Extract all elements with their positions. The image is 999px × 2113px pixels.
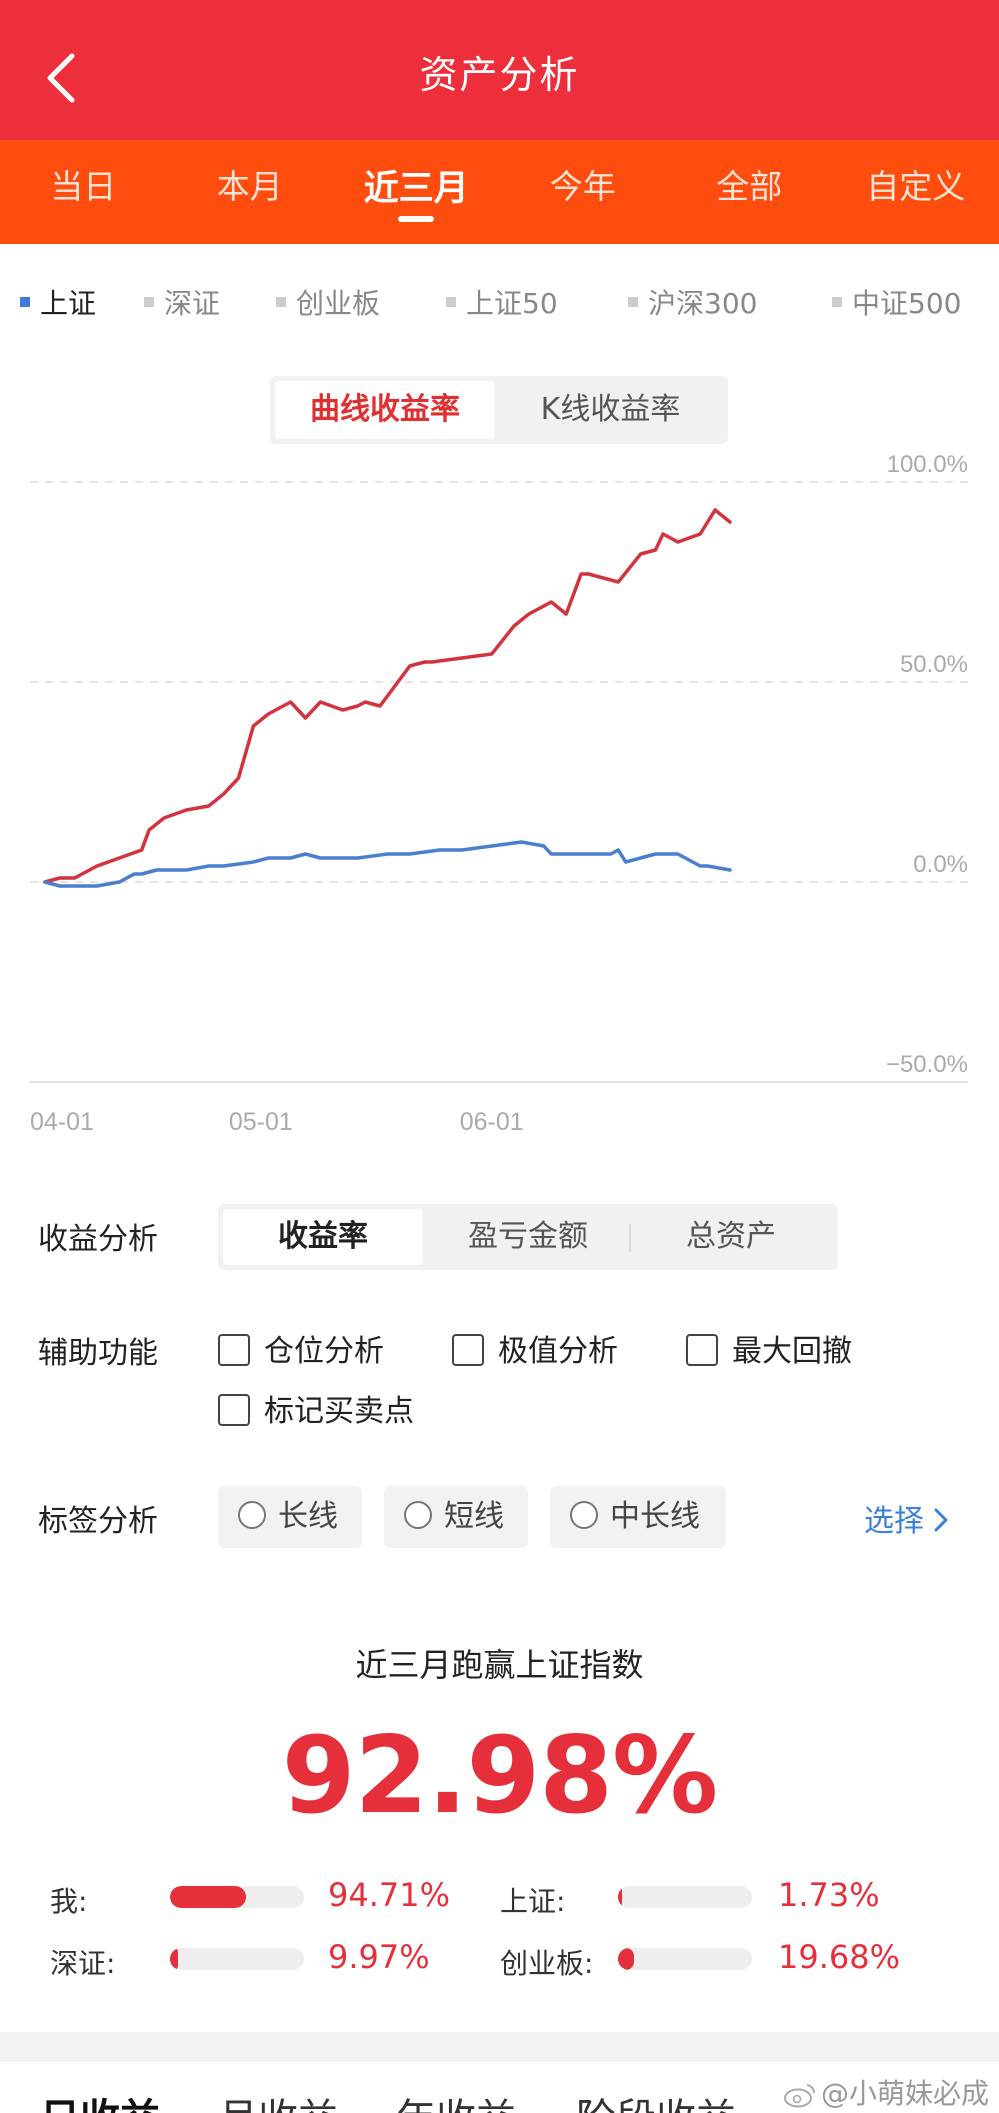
x-tick-label: 04-01 <box>30 1108 94 1136</box>
tag-analysis-label: 标签分析 <box>38 1504 158 1539</box>
tab-custom[interactable]: 自定义 <box>833 140 999 244</box>
mark-trade-points-checkbox[interactable]: 标记买卖点 <box>218 1386 414 1430</box>
index-label: 沪深300 <box>648 287 758 320</box>
compare-label-me: 我: <box>50 1885 88 1918</box>
tag-label: 长线 <box>278 1499 338 1534</box>
compare-bar-me <box>170 1886 304 1908</box>
tab-all[interactable]: 全部 <box>666 140 833 244</box>
checkbox-box <box>686 1333 718 1366</box>
return-line-chart: 100.0% 50.0% 0.0% −50.0% 04-01 05-01 06-01 <box>30 451 968 1136</box>
chart-type-toggle: 曲线收益率 K线收益率 <box>270 376 728 444</box>
radio-icon <box>570 1500 598 1529</box>
checkbox-label: 极值分析 <box>498 1334 618 1369</box>
tab-last-three-months[interactable]: 近三月 <box>333 140 500 244</box>
chevron-right-icon <box>934 1508 948 1531</box>
y-tick-label: −50.0% <box>886 1051 968 1078</box>
legend-dot <box>628 297 638 307</box>
weibo-icon <box>783 2084 815 2108</box>
compare-bar-shanghai <box>618 1886 752 1908</box>
outperform-value: 92.98% <box>281 1714 719 1837</box>
legend-dot <box>144 297 154 307</box>
legend-dot <box>20 297 30 307</box>
compare-label-shenzhen: 深证: <box>50 1947 116 1980</box>
index-label: 上证 <box>40 287 97 320</box>
tab-daily-returns[interactable]: 日收益 <box>40 2086 160 2113</box>
compare-bar-chinext <box>618 1948 752 1970</box>
position-analysis-checkbox[interactable]: 仓位分析 <box>218 1326 384 1370</box>
checkbox-label: 标记买卖点 <box>264 1394 414 1429</box>
checkbox-label: 最大回撤 <box>732 1334 852 1369</box>
kline-return-button[interactable]: K线收益率 <box>498 381 723 439</box>
checkbox-box <box>218 1333 250 1366</box>
index-label: 深证 <box>164 287 221 320</box>
compare-value-chinext: 19.68% <box>778 1938 901 1976</box>
x-tick-label: 05-01 <box>229 1108 293 1136</box>
curve-return-button[interactable]: 曲线收益率 <box>275 381 495 439</box>
top-bar: 资产分析 <box>0 0 999 140</box>
tab-this-year[interactable]: 今年 <box>500 140 667 244</box>
outperform-title: 近三月跑赢上证指数 <box>355 1646 644 1684</box>
y-tick-label: 0.0% <box>913 851 968 878</box>
tab-today[interactable]: 当日 <box>0 140 167 244</box>
index-label: 中证500 <box>852 287 962 320</box>
tag-label: 短线 <box>444 1499 504 1534</box>
index-csi300[interactable]: 沪深300 <box>628 282 757 322</box>
profit-amount-button[interactable]: 盈亏金额 <box>428 1209 628 1265</box>
compare-value-shanghai: 1.73% <box>778 1876 880 1914</box>
tab-this-month[interactable]: 本月 <box>167 140 334 244</box>
index-chinext[interactable]: 创业板 <box>276 282 380 322</box>
index-selector: 上证 深证 创业板 上证50 沪深300 中证500 <box>0 282 999 326</box>
x-tick-label: 06-01 <box>460 1108 524 1136</box>
compare-fill <box>618 1948 635 1970</box>
y-tick-label: 100.0% <box>887 451 968 478</box>
index-sse50[interactable]: 上证50 <box>446 282 558 322</box>
analysis-label: 收益分析 <box>38 1222 158 1257</box>
tab-monthly-returns[interactable]: 月收益 <box>218 2086 338 2113</box>
select-tags-link[interactable]: 选择 <box>864 1496 950 1540</box>
checkbox-box <box>452 1333 484 1366</box>
legend-dot <box>832 297 842 307</box>
compare-fill <box>618 1886 623 1908</box>
tab-stage-returns[interactable]: 阶段收益 <box>576 2086 736 2113</box>
period-tab-bar: 当日 本月 近三月 今年 全部 自定义 <box>0 140 999 244</box>
page-title: 资产分析 <box>419 53 580 97</box>
index-shanghai[interactable]: 上证 <box>20 282 96 322</box>
aux-label: 辅助功能 <box>38 1336 158 1371</box>
index-label: 上证50 <box>466 287 558 320</box>
analysis-segmented-control: 收益率 盈亏金额 总资产 <box>218 1204 838 1270</box>
max-drawdown-checkbox[interactable]: 最大回撤 <box>686 1326 852 1370</box>
total-assets-button[interactable]: 总资产 <box>631 1209 831 1265</box>
index-label: 创业板 <box>296 287 381 320</box>
legend-dot <box>276 297 286 307</box>
tag-long-term[interactable]: 长线 <box>218 1486 362 1548</box>
compare-label-shanghai: 上证: <box>500 1885 566 1918</box>
radio-icon <box>238 1500 266 1529</box>
compare-fill <box>170 1948 179 1970</box>
y-tick-label: 50.0% <box>900 651 968 678</box>
compare-fill <box>170 1886 247 1908</box>
shanghai-index-line <box>43 840 732 888</box>
compare-label-chinext: 创业板: <box>500 1947 594 1980</box>
my-return-line <box>43 508 732 884</box>
tab-yearly-returns[interactable]: 年收益 <box>396 2086 516 2113</box>
checkbox-label: 仓位分析 <box>264 1334 384 1369</box>
tag-label: 中长线 <box>610 1499 700 1534</box>
compare-value-me: 94.71% <box>328 1876 451 1914</box>
watermark: @小萌妹必成 <box>783 2072 989 2112</box>
compare-bar-shenzhen <box>170 1948 304 1970</box>
legend-dot <box>446 297 456 307</box>
tag-medium-long-term[interactable]: 中长线 <box>550 1486 726 1548</box>
section-divider <box>0 2032 999 2062</box>
watermark-text: @小萌妹必成 <box>820 2077 989 2110</box>
index-shenzhen[interactable]: 深证 <box>144 282 220 322</box>
index-csi500[interactable]: 中证500 <box>832 282 961 322</box>
radio-icon <box>404 1500 432 1529</box>
compare-value-shenzhen: 9.97% <box>328 1938 430 1976</box>
extreme-analysis-checkbox[interactable]: 极值分析 <box>452 1326 618 1370</box>
tag-short-term[interactable]: 短线 <box>384 1486 528 1548</box>
checkbox-box <box>218 1393 250 1426</box>
return-rate-button[interactable]: 收益率 <box>223 1209 423 1265</box>
select-link-label: 选择 <box>864 1504 924 1539</box>
